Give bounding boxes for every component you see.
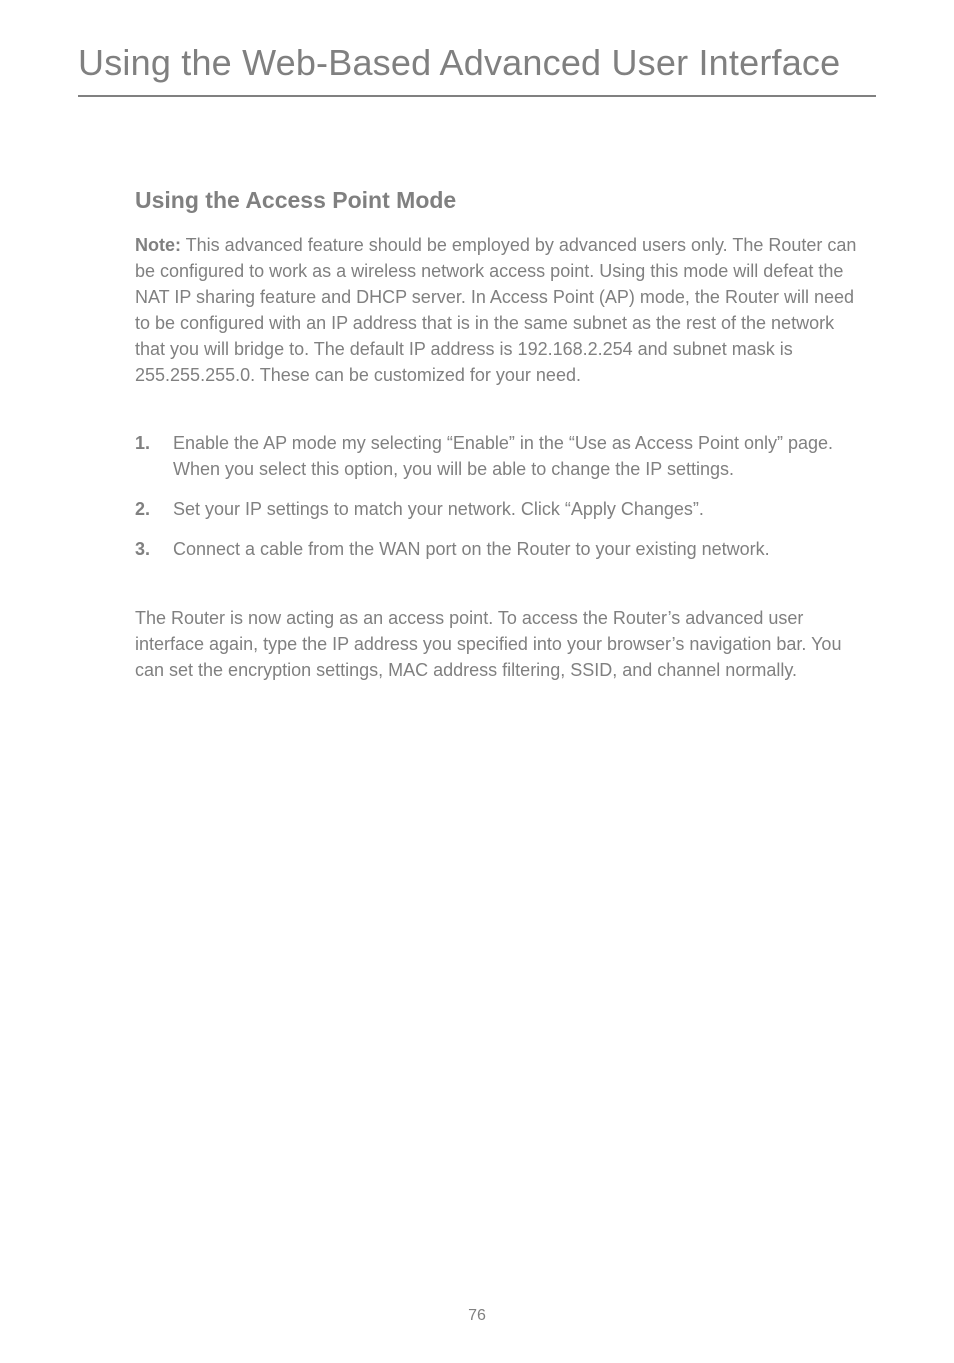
step-text: Connect a cable from the WAN port on the…	[173, 536, 866, 562]
step-number: 1.	[135, 430, 173, 482]
note-paragraph: Note: This advanced feature should be em…	[135, 232, 866, 389]
chapter-rule	[78, 95, 876, 97]
document-page: Using the Web-Based Advanced User Interf…	[0, 0, 954, 1363]
step-text: Set your IP settings to match your netwo…	[173, 496, 866, 522]
note-label: Note:	[135, 235, 181, 255]
list-item: 3. Connect a cable from the WAN port on …	[135, 536, 866, 562]
page-number: 76	[0, 1307, 954, 1325]
note-body: This advanced feature should be employed…	[135, 235, 856, 385]
content-area: Using the Access Point Mode Note: This a…	[78, 187, 876, 683]
step-number: 2.	[135, 496, 173, 522]
list-item: 2. Set your IP settings to match your ne…	[135, 496, 866, 522]
closing-paragraph: The Router is now acting as an access po…	[135, 605, 866, 683]
section-title: Using the Access Point Mode	[135, 187, 866, 214]
steps-list: 1. Enable the AP mode my selecting “Enab…	[135, 430, 866, 562]
chapter-title: Using the Web-Based Advanced User Interf…	[78, 43, 876, 83]
list-item: 1. Enable the AP mode my selecting “Enab…	[135, 430, 866, 482]
step-text: Enable the AP mode my selecting “Enable”…	[173, 430, 866, 482]
step-number: 3.	[135, 536, 173, 562]
